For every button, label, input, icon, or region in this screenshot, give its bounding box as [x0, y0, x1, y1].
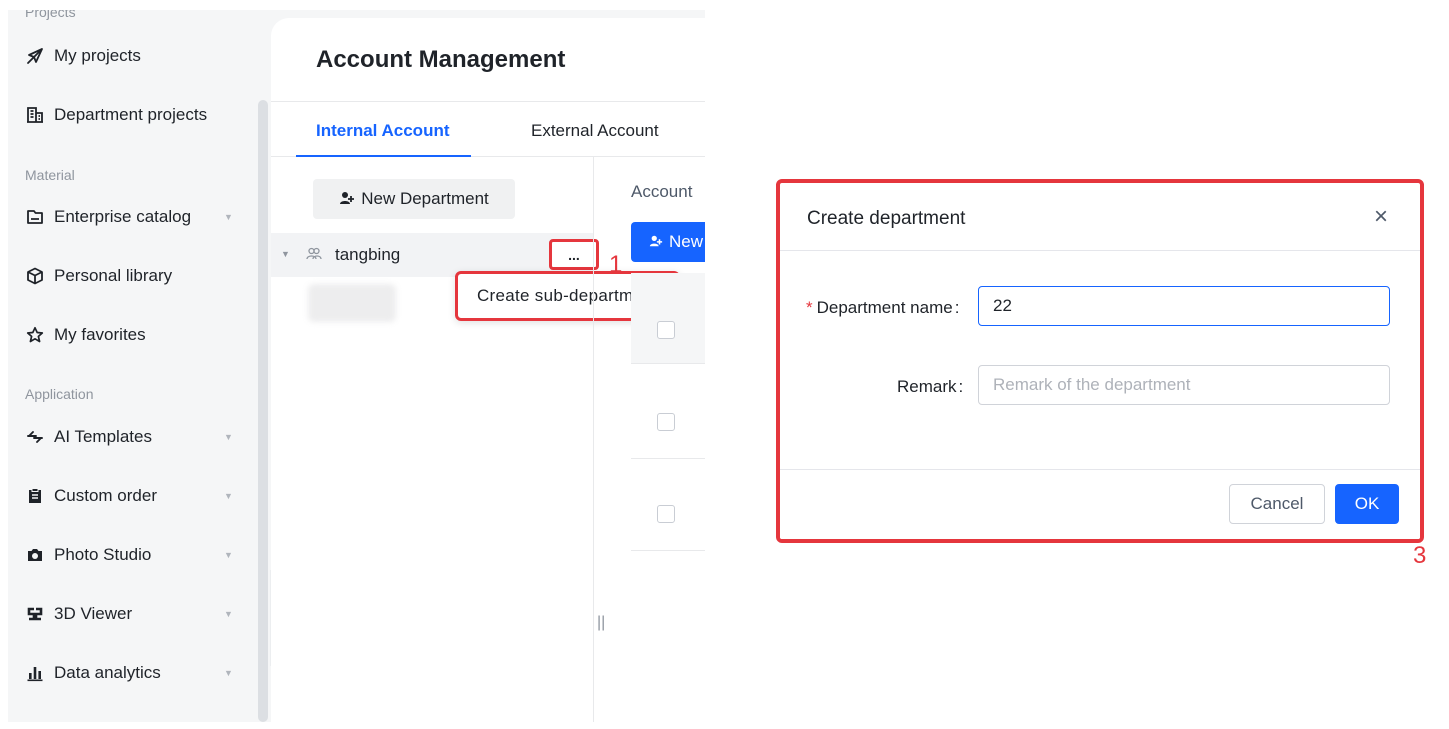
active-tab-indicator [296, 155, 471, 157]
sidebar-scrollbar[interactable] [258, 100, 268, 722]
sidebar-item-label: 3D Viewer [54, 604, 133, 623]
create-department-dialog: Create department × *Department name: Re… [776, 179, 1424, 543]
page-title: Account Management [316, 46, 566, 73]
blurred-tree-item [308, 284, 396, 322]
sidebar-item-label: Photo Studio [54, 545, 152, 564]
tab-external-account[interactable]: External Account [531, 121, 659, 141]
dialog-title: Create department [807, 208, 966, 229]
new-department-label: New Department [361, 189, 489, 208]
new-account-button[interactable]: New [631, 222, 705, 262]
more-actions-button[interactable]: ... [549, 239, 599, 270]
group-users-icon [306, 246, 322, 265]
row-checkbox[interactable] [657, 413, 675, 431]
bar-chart-icon [24, 662, 46, 684]
sidebar-item-label: Department projects [54, 105, 208, 124]
3d-icon [24, 603, 46, 625]
add-user-icon [339, 190, 355, 209]
sidebar-item-label: Data analytics [54, 663, 161, 682]
main-content: Account Management Internal Account Exte… [271, 18, 705, 722]
star-icon [24, 324, 46, 346]
panel-divider [593, 157, 594, 722]
lightning-icon [24, 426, 46, 448]
sidebar-item-data-analytics[interactable]: Data analytics ▼ [24, 655, 244, 691]
add-user-icon [649, 234, 663, 251]
cube-icon [24, 265, 46, 287]
table-row-divider [631, 550, 705, 551]
sidebar-item-custom-order[interactable]: Custom order ▼ [24, 478, 244, 514]
chevron-down-icon: ▼ [224, 491, 233, 501]
sidebar-item-my-projects[interactable]: My projects [24, 38, 244, 74]
cancel-button[interactable]: Cancel [1229, 484, 1325, 524]
chevron-down-icon: ▼ [224, 668, 233, 678]
department-name-label: * Department name: [806, 298, 960, 317]
clipboard-icon [24, 485, 46, 507]
department-name: tangbing [335, 245, 401, 264]
required-mark: * [806, 298, 813, 317]
sidebar-group-application: Application [25, 386, 94, 402]
tab-internal-account[interactable]: Internal Account [316, 121, 450, 141]
sidebar-item-enterprise-catalog[interactable]: Enterprise catalog ▼ [24, 199, 244, 235]
sidebar-item-label: Enterprise catalog [54, 207, 192, 226]
sidebar-item-personal-library[interactable]: Personal library [24, 258, 244, 294]
chevron-down-icon: ▼ [224, 609, 233, 619]
close-icon[interactable]: × [1374, 205, 1388, 229]
screenshot-canvas: Projects My projects Department projects… [0, 0, 1449, 729]
chevron-down-icon: ▼ [224, 432, 233, 442]
new-department-button[interactable]: New Department [313, 179, 515, 219]
table-header-row [631, 273, 705, 364]
caret-down-icon[interactable]: ▼ [281, 249, 290, 259]
chevron-down-icon: ▼ [224, 212, 233, 222]
dialog-header: Create department × [780, 183, 1420, 251]
chevron-down-icon: ▼ [224, 550, 233, 560]
annotation-marker-3: 3 [1413, 542, 1427, 569]
department-name-input[interactable] [978, 286, 1390, 326]
app-window: Projects My projects Department projects… [8, 10, 705, 722]
sidebar-item-my-favorites[interactable]: My favorites [24, 317, 244, 353]
select-all-checkbox[interactable] [657, 321, 675, 339]
sidebar-group-material: Material [25, 167, 75, 183]
folder-icon [24, 206, 46, 228]
sidebar-item-label: My favorites [54, 325, 146, 344]
row-checkbox[interactable] [657, 505, 675, 523]
sidebar-item-photo-studio[interactable]: Photo Studio ▼ [24, 537, 244, 573]
dialog-footer: Cancel OK [780, 469, 1420, 539]
camera-icon [24, 544, 46, 566]
sidebar-item-label: AI Templates [54, 427, 152, 446]
sidebar-item-label: Personal library [54, 266, 173, 285]
tabs-bar: Internal Account External Account [271, 101, 705, 157]
remark-label: Remark: [897, 377, 964, 396]
table-row-divider [631, 458, 705, 459]
remark-input[interactable] [978, 365, 1390, 405]
sidebar-group-projects: Projects [25, 10, 76, 20]
account-section-label: Account [631, 182, 693, 201]
sidebar-item-3d-viewer[interactable]: 3D Viewer ▼ [24, 596, 244, 632]
compass-icon [24, 45, 46, 67]
resize-grip-icon[interactable]: || [597, 614, 605, 632]
sidebar-item-ai-templates[interactable]: AI Templates ▼ [24, 419, 244, 455]
new-account-label: New [669, 232, 704, 251]
sidebar-item-department-projects[interactable]: Department projects [24, 97, 244, 133]
sidebar-item-label: My projects [54, 46, 141, 65]
ok-button[interactable]: OK [1335, 484, 1399, 524]
building-icon [24, 104, 46, 126]
sidebar: Projects My projects Department projects… [8, 10, 270, 722]
sidebar-item-label: Custom order [54, 486, 157, 505]
